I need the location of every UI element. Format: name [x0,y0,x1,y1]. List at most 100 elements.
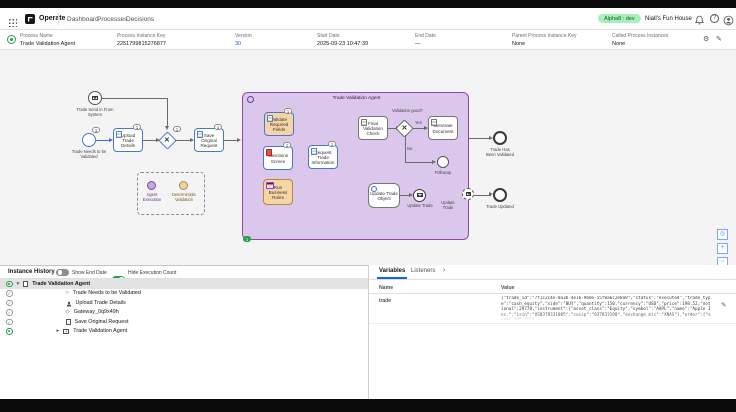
value-fade-overlay [501,313,713,321]
meta-value: — [415,41,436,47]
execution-count-badge: 1 [214,124,222,130]
script-task-icon [66,319,71,325]
history-row-upload-trade-details[interactable]: Upload Trade Details [0,298,368,308]
notifications-bell-icon[interactable] [694,13,705,31]
sequence-flow [175,140,191,141]
deterministic-validation-legend-icon [179,181,188,190]
chevron-down-icon[interactable]: ▾ [17,281,20,287]
boundary-message-event[interactable] [462,188,474,200]
agent-execution-legend-icon [147,181,156,190]
meta-process-instance-key: Process Instance Key 2251799815276877 [117,33,166,47]
environment-badge[interactable]: Alpha8 : dev [598,14,641,23]
operate-logo [25,14,35,24]
tab-decisions[interactable]: Decisions [126,16,154,23]
task-run-business-rules[interactable]: Run Business Rules [263,179,293,205]
message-throw-label: Update Trade [405,203,435,208]
execution-count-badge: 1 [328,141,336,147]
app-title[interactable]: Operate [39,15,65,22]
script-task-icon [311,148,317,155]
history-row-label: Upload Trade Details [76,300,126,306]
sequence-flow [405,135,406,162]
sequence-flow [405,162,434,163]
end-event-trade-validated[interactable] [493,131,507,145]
meta-value: None [612,41,668,47]
toggle-label: Show End Date [72,270,107,276]
variables-panel: Variables Listeners › Name Value trade {… [368,265,736,399]
followup-event[interactable] [437,156,449,168]
meta-called-process-instances: Called Process Instances None [612,33,668,47]
task-save-original-request[interactable]: Save Original Request [194,128,224,152]
sequence-flow-arrow [165,126,169,130]
task-sanctions-screen[interactable]: Sanctions Screen [263,146,293,170]
no-flow-label: No [407,146,412,151]
business-rule-task-icon [266,182,274,189]
history-row-label: Trade Validation Agent [32,281,90,287]
app-header: Operate Dashboard Processes Decisions Al… [0,8,736,30]
task-generate-document[interactable]: Generate Document [428,116,458,140]
top-letterbox-bar [0,0,736,8]
update-task-icon [371,186,377,192]
subprocess-title: Trade Validation Agent [243,96,470,101]
tab-listeners[interactable]: Listeners [409,268,437,277]
task-request-trade-information[interactable]: Request Trade Information [308,145,338,169]
sequence-flow [469,138,491,139]
modify-instance-icon[interactable]: ✎ [716,36,722,44]
diagram-reset-view-button[interactable]: ◎ [717,229,728,240]
task-upload-trade-details[interactable]: Upload Trade Details [113,128,143,152]
start-event-label: Trade Needs to be Validated [69,149,109,159]
chevron-right-icon[interactable]: ▸ [57,328,60,334]
execution-count-badge: 1 [284,108,292,114]
diagram-zoom-in-button[interactable]: + [717,243,728,254]
history-row-gateway[interactable]: ◇ Gateway_0q9x49h [0,308,368,318]
tab-dashboard[interactable]: Dashboard [67,16,99,23]
tabs-overflow-chevron-icon[interactable]: › [443,267,445,274]
tab-variables[interactable]: Variables [377,268,407,279]
sequence-flow-arrow [237,138,241,142]
version-link[interactable]: 30 [235,41,252,47]
bottom-letterbox-bar [0,399,736,412]
column-header-name: Name [379,285,393,291]
process-icon [23,281,28,287]
task-validate-required-fields[interactable]: Validate Required Fields [264,112,294,136]
yes-flow-label: Yes [415,120,422,125]
end-event-label: Trade Has Been Validated [485,147,515,157]
task-final-validation-check[interactable]: Final Validation Check [358,116,388,140]
bpmn-diagram-canvas[interactable]: Trade Send in From System 1 Trade Needs … [0,50,736,265]
history-row-process-root[interactable]: ▾ Trade Validation Agent [0,279,368,289]
sanctions-task-icon [266,149,272,156]
operate-process-instance-page: Operate Dashboard Processes Decisions Al… [0,0,736,412]
end-event-trade-updated[interactable] [493,188,507,202]
tab-processes[interactable]: Processes [97,16,127,23]
meta-label: Parent Process Instance Key [512,33,576,39]
completed-check-icon [6,300,13,307]
message-start-event[interactable] [88,91,102,105]
edit-variable-icon[interactable]: ✎ [721,301,726,309]
task-update-trade-object[interactable]: Update Trade Object [368,183,400,208]
script-task-icon [267,115,273,122]
settings-gear-icon[interactable]: ⚙ [703,36,709,44]
meta-label: Process Instance Key [117,33,166,39]
message-throw-event-update-trade[interactable] [413,189,426,202]
start-event[interactable] [82,133,96,147]
history-row-label: Trade Needs to be Validated [73,290,141,296]
organization-name[interactable]: Niall's Fun House [645,16,692,22]
history-row-subprocess[interactable]: ▸ Trade Validation Agent [0,327,368,337]
history-row-label: Save Original Request [75,319,129,325]
history-row-start-event[interactable]: ○ Trade Needs to be Validated [0,289,368,299]
task-label: Update Trade Object [370,191,398,202]
gateway-question-label: Validation good? [392,108,423,113]
help-icon[interactable] [710,14,719,23]
meta-label: Called Process Instances [612,33,668,39]
divider [369,323,736,324]
show-end-date-toggle[interactable] [56,269,69,276]
history-row-save-original-request[interactable]: Save Original Request [0,317,368,327]
meta-value: None [512,41,576,47]
subprocess-icon [63,329,69,335]
user-profile-icon[interactable] [723,13,734,31]
execution-count-badge: 1 [173,126,181,132]
sequence-flow [143,140,157,141]
meta-value: Trade Validation Agent [20,41,75,47]
active-token-count-badge: 1 [243,236,251,242]
message-start-label: Trade Send in From System [75,107,115,117]
script-task-icon [361,119,367,126]
